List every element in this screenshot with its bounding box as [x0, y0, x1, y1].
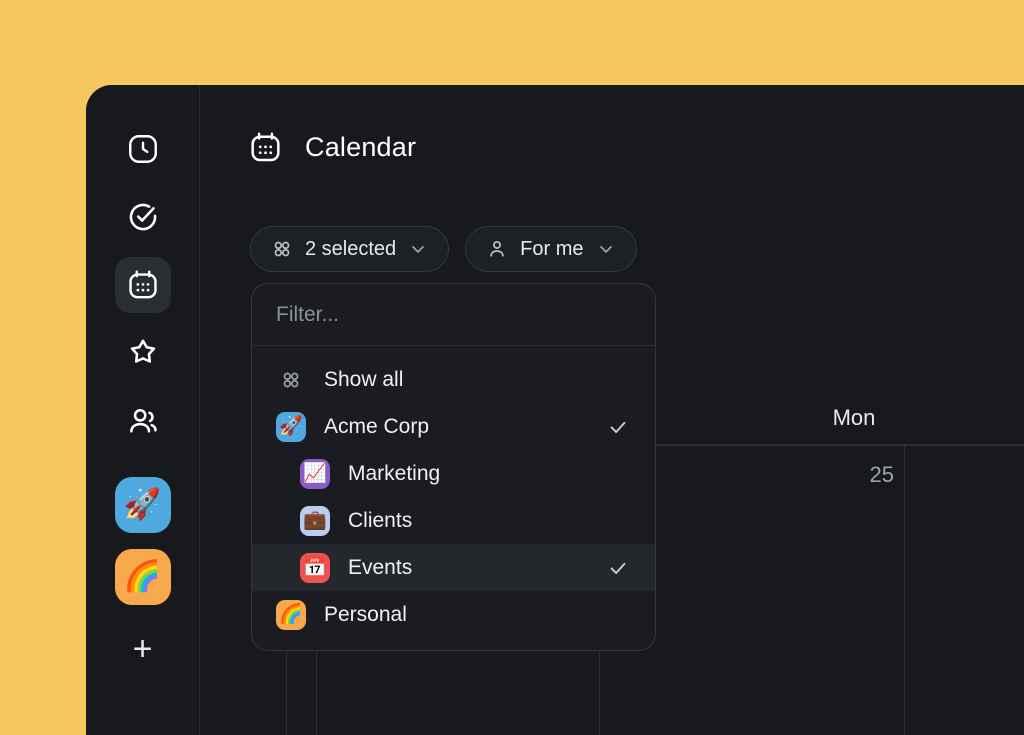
people-icon: [126, 404, 160, 438]
dropdown-item-label: Events: [348, 556, 412, 580]
dropdown-search-row: [252, 284, 655, 346]
calendar-icon: [248, 130, 283, 165]
workspace-acme-corp[interactable]: 🚀: [115, 477, 171, 533]
dropdown-list: Show all 🚀 Acme Corp 📈: [252, 346, 655, 650]
filter-input[interactable]: [276, 303, 631, 327]
dropdown-item-label: Show all: [324, 368, 403, 392]
grid-dots-icon: [271, 238, 293, 260]
page-header: Calendar: [248, 130, 416, 165]
dropdown-item-label: Clients: [348, 509, 412, 533]
dropdown-item-clients[interactable]: 💼 Clients: [252, 497, 655, 544]
dropdown-item-label: Personal: [324, 603, 407, 627]
grid-line-vertical: [904, 445, 905, 735]
plus-icon: +: [133, 632, 153, 666]
person-icon: [486, 238, 508, 260]
dropdown-item-events[interactable]: 📅 Events: [252, 544, 655, 591]
chart-icon: 📈: [300, 459, 330, 489]
sidebar: 🚀 🌈 +: [86, 85, 200, 735]
sidebar-item-favorites[interactable]: [115, 325, 171, 381]
calendar-emoji-icon: 📅: [300, 553, 330, 583]
workspace-filter-button[interactable]: 2 selected: [250, 226, 449, 272]
workspace-filter-dropdown: Show all 🚀 Acme Corp 📈: [251, 283, 656, 651]
calendar-emoji: 📅: [303, 558, 327, 577]
dropdown-item-label: Marketing: [348, 462, 440, 486]
chart-emoji: 📈: [303, 464, 327, 483]
screen: 🚀 🌈 +: [0, 0, 1024, 735]
rainbow-emoji: 🌈: [279, 605, 303, 624]
check-circle-icon: [126, 200, 160, 234]
rocket-icon: 🚀: [124, 490, 161, 520]
dropdown-item-acme-corp[interactable]: 🚀 Acme Corp: [252, 403, 655, 450]
chevron-down-icon: [408, 239, 428, 259]
rocket-emoji: 🚀: [279, 417, 303, 436]
briefcase-emoji: 💼: [303, 511, 327, 530]
check-icon: [607, 416, 629, 438]
check-icon: [607, 557, 629, 579]
rocket-icon: 🚀: [276, 412, 306, 442]
main-content: Calendar 2 selected: [200, 85, 1024, 735]
assignee-filter-button[interactable]: For me: [465, 226, 636, 272]
star-icon: [126, 336, 160, 370]
filter-toolbar: 2 selected For me: [250, 226, 637, 272]
dropdown-item-personal[interactable]: 🌈 Personal: [252, 591, 655, 638]
sidebar-item-people[interactable]: [115, 393, 171, 449]
sidebar-item-tasks[interactable]: [115, 189, 171, 245]
dropdown-item-show-all[interactable]: Show all: [252, 356, 655, 403]
sidebar-item-calendar[interactable]: [115, 257, 171, 313]
add-workspace-button[interactable]: +: [115, 621, 171, 677]
assignee-filter-label: For me: [520, 238, 583, 261]
app-window: 🚀 🌈 +: [86, 85, 1024, 735]
calendar-day-number[interactable]: 25: [846, 462, 894, 488]
briefcase-icon: 💼: [300, 506, 330, 536]
calendar-icon: [126, 268, 160, 302]
dropdown-item-label: Acme Corp: [324, 415, 429, 439]
rainbow-icon: 🌈: [276, 600, 306, 630]
rainbow-icon: 🌈: [124, 562, 161, 592]
calendar-day-header-mon: Mon: [794, 405, 914, 431]
page-title: Calendar: [305, 132, 416, 163]
grid-dots-icon: [276, 365, 306, 395]
workspace-personal[interactable]: 🌈: [115, 549, 171, 605]
sidebar-item-clock[interactable]: [115, 121, 171, 177]
clock-icon: [126, 132, 160, 166]
workspace-filter-label: 2 selected: [305, 238, 396, 261]
dropdown-item-marketing[interactable]: 📈 Marketing: [252, 450, 655, 497]
chevron-down-icon: [596, 239, 616, 259]
